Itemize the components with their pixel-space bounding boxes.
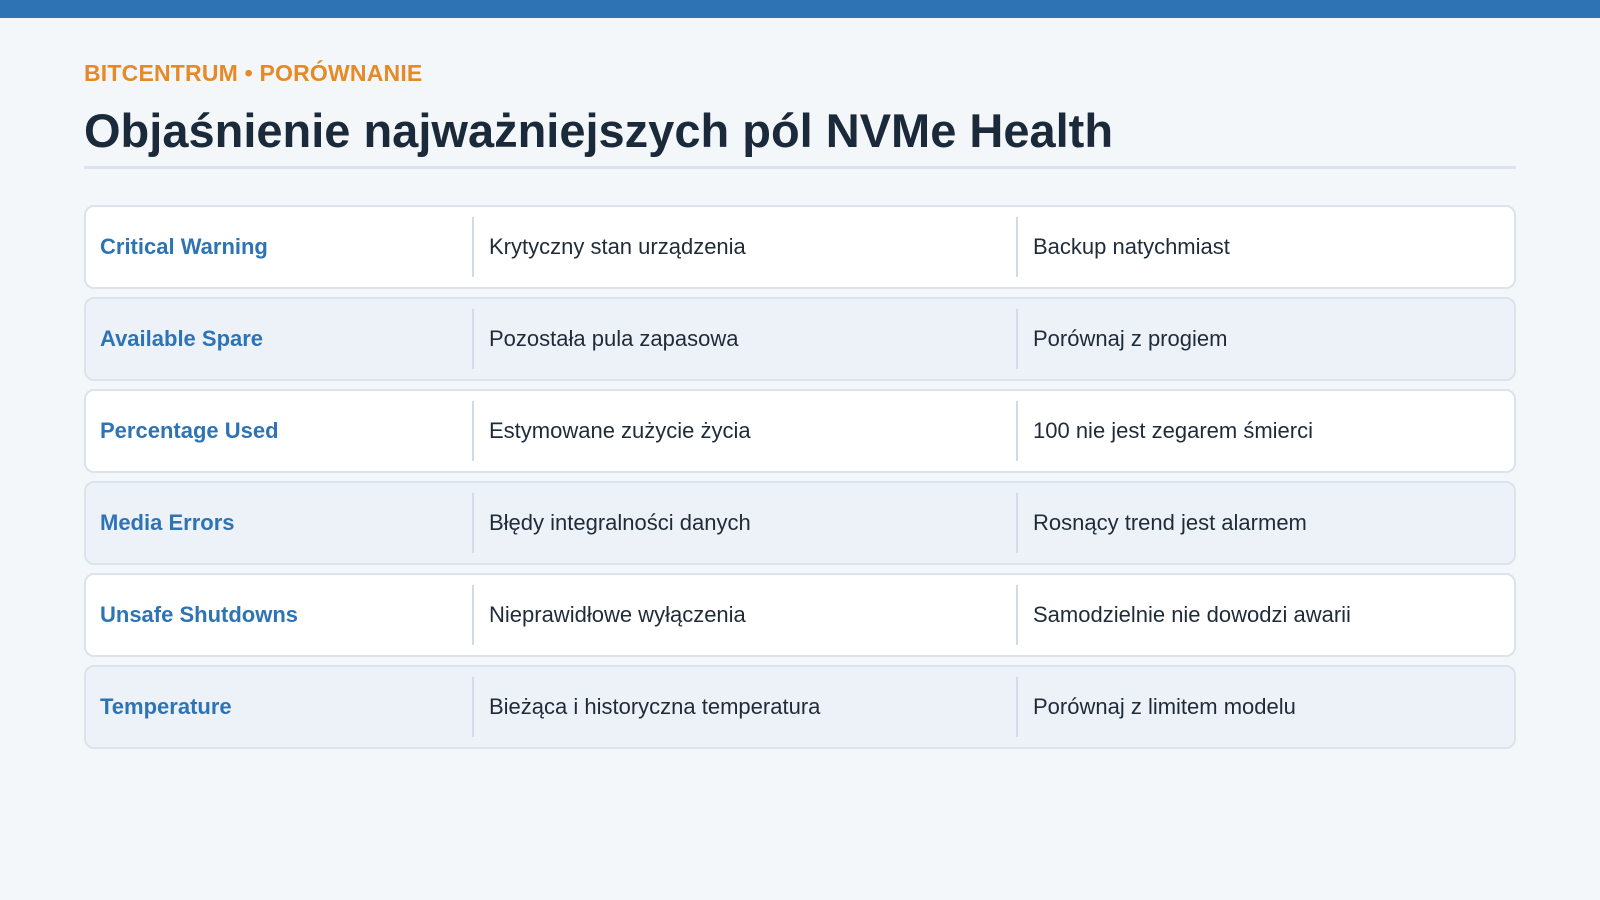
field-name: Media Errors — [100, 510, 235, 535]
field-meaning: Estymowane zużycie życia — [489, 418, 751, 443]
field-action: Porównaj z progiem — [1033, 326, 1228, 351]
column-separator — [1016, 309, 1018, 369]
table-row: Available Spare Pozostała pula zapasowa … — [84, 297, 1516, 381]
field-name: Unsafe Shutdowns — [100, 602, 299, 627]
column-separator — [472, 585, 474, 645]
kicker-label: BITCENTRUM • PORÓWNANIE — [84, 60, 423, 86]
column-separator — [1016, 493, 1018, 553]
title-divider — [84, 166, 1516, 169]
field-action: Backup natychmiast — [1033, 234, 1230, 259]
column-separator — [472, 677, 474, 737]
column-separator — [472, 217, 474, 277]
field-meaning: Krytyczny stan urządzenia — [489, 234, 746, 259]
field-meaning: Błędy integralności danych — [489, 510, 751, 535]
field-name: Temperature — [100, 694, 232, 719]
field-action: Samodzielnie nie dowodzi awarii — [1033, 602, 1351, 627]
column-separator — [1016, 677, 1018, 737]
field-name: Percentage Used — [100, 418, 279, 443]
column-separator — [1016, 217, 1018, 277]
table-row: Media Errors Błędy integralności danych … — [84, 481, 1516, 565]
field-name: Available Spare — [100, 326, 264, 351]
field-action: Porównaj z limitem modelu — [1033, 694, 1296, 719]
table-row: Critical Warning Krytyczny stan urządzen… — [84, 205, 1516, 289]
column-separator — [472, 309, 474, 369]
field-meaning: Pozostała pula zapasowa — [489, 326, 739, 351]
column-separator — [1016, 401, 1018, 461]
field-name: Critical Warning — [100, 234, 268, 259]
top-accent-bar — [0, 0, 1600, 18]
column-separator — [472, 401, 474, 461]
field-action: Rosnący trend jest alarmem — [1033, 510, 1307, 535]
field-action: 100 nie jest zegarem śmierci — [1033, 418, 1314, 443]
page-title: Objaśnienie najważniejszych pól NVMe Hea… — [84, 104, 1114, 157]
table-row: Unsafe Shutdowns Nieprawidłowe wyłączeni… — [84, 573, 1516, 657]
comparison-table: Critical Warning Krytyczny stan urządzen… — [84, 205, 1516, 757]
table-row: Temperature Bieżąca i historyczna temper… — [84, 665, 1516, 749]
column-separator — [1016, 585, 1018, 645]
field-meaning: Bieżąca i historyczna temperatura — [489, 694, 821, 719]
field-meaning: Nieprawidłowe wyłączenia — [489, 602, 746, 627]
column-separator — [472, 493, 474, 553]
table-row: Percentage Used Estymowane zużycie życia… — [84, 389, 1516, 473]
